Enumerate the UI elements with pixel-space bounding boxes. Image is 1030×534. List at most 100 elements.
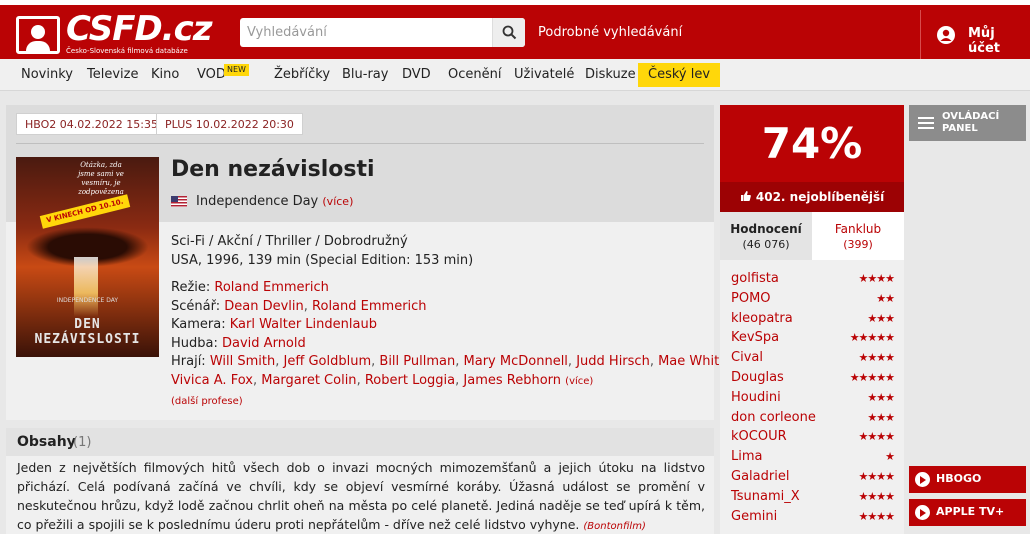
star-rating: ★★★★ [858, 430, 895, 444]
advanced-search-link[interactable]: Podrobné vyhledávání [538, 25, 682, 40]
tab-fanclub-label: Fanklub [834, 222, 882, 236]
more-actors-link[interactable]: (více) [565, 376, 593, 387]
user-name-link[interactable]: KevSpa [731, 330, 779, 345]
user-rating-row: POMO ★★ [720, 289, 904, 309]
site-logo[interactable]: CSFD.cz Česko-Slovenská filmová databáze [16, 9, 213, 57]
user-name-link[interactable]: Galadriel [731, 469, 789, 484]
nav-zebricky[interactable]: Žebříčky [274, 59, 330, 90]
search-button[interactable] [492, 18, 525, 47]
user-rating-list: golfista ★★★★ POMO ★★ kleopatra ★★★ KevSpa ★★★★… [720, 269, 904, 526]
creators-more-row: (další profese) [171, 392, 706, 412]
creator-link[interactable]: Roland Emmerich [214, 280, 329, 295]
user-name-link[interactable]: don corleone [731, 410, 816, 425]
creator-link[interactable]: Karl Walter Lindenlaub [230, 317, 377, 332]
synopsis-text: Jeden z největších filmových hitů všech … [17, 458, 705, 534]
star-rating: ★★★★★ [849, 331, 895, 345]
nav-novinky[interactable]: Novinky [21, 59, 73, 90]
poster-tagline: Otázka, zda jsme sami ve vesmíru, je zod… [78, 161, 124, 196]
star-rating: ★ [885, 450, 895, 464]
nav-uzivatele[interactable]: Uživatelé [514, 59, 574, 90]
vod-label: APPLE TV+ [936, 505, 1005, 518]
vod-appletv-button[interactable]: APPLE TV+ [909, 499, 1026, 526]
actor-link[interactable]: Mary McDonnell [464, 354, 568, 369]
star-rating: ★★ [876, 291, 895, 305]
poster-small-title: INDEPENDENCE DAY [56, 297, 119, 304]
more-professions-link[interactable]: (další profese) [171, 396, 243, 407]
vod-hbogo-button[interactable]: HBOGO [909, 466, 1026, 493]
actor-link[interactable]: Will Smith [210, 354, 275, 369]
account-label: Můj účet [968, 26, 1000, 56]
synopsis-header: Obsahy (1) [6, 428, 714, 456]
actor-link[interactable]: Judd Hirsch [576, 354, 650, 369]
rating-score: 74% [720, 105, 904, 182]
original-title-text: Independence Day [196, 194, 319, 209]
nav-televize[interactable]: Televize [87, 59, 138, 90]
search-input[interactable] [240, 18, 492, 47]
user-rating-row: Houdini ★★★ [720, 388, 904, 408]
user-rating-row: kleopatra ★★★ [720, 309, 904, 329]
user-name-link[interactable]: POMO [731, 291, 771, 306]
user-name-link[interactable]: Douglas [731, 370, 784, 385]
play-icon [915, 505, 930, 520]
site-header: CSFD.cz Česko-Slovenská filmová databáze… [0, 0, 1030, 62]
star-rating: ★★★ [867, 410, 895, 424]
user-name-link[interactable]: kOCOUR [731, 429, 787, 444]
tv-schedule-badge[interactable]: PLUS 10.02.2022 20:30 [156, 113, 303, 135]
user-name-link[interactable]: Tsunami_X [731, 489, 800, 504]
tab-fanclub[interactable]: Fanklub (399) [812, 212, 904, 260]
user-rating-row: golfista ★★★★ [720, 269, 904, 289]
star-rating: ★★★ [867, 390, 895, 404]
tab-ratings[interactable]: Hodnocení (46 076) [720, 212, 812, 260]
control-panel-button[interactable]: OVLÁDACÍ PANEL [909, 105, 1026, 141]
actor-link[interactable]: Margaret Colin [261, 373, 356, 388]
us-flag-icon [171, 196, 187, 207]
actor-link[interactable]: Vivica A. Fox [171, 373, 253, 388]
user-rating-row: Gemini ★★★★ [720, 507, 904, 527]
creator-link[interactable]: David Arnold [222, 336, 306, 351]
actor-link[interactable]: Bill Pullman [379, 354, 455, 369]
user-rating-row: KevSpa ★★★★★ [720, 328, 904, 348]
nav-diskuze[interactable]: Diskuze [585, 59, 636, 90]
synopsis-heading: Obsahy [17, 434, 76, 450]
poster-title: DEN NEZÁVISLOSTI [34, 317, 141, 347]
nav-dvd[interactable]: DVD [402, 59, 431, 90]
nav-bluray[interactable]: Blu-ray [342, 59, 388, 90]
user-name-link[interactable]: Houdini [731, 390, 781, 405]
star-rating: ★★★★ [858, 509, 895, 523]
user-rating-row: don corleone ★★★ [720, 408, 904, 428]
actor-link[interactable]: Robert Loggia [365, 373, 455, 388]
tab-ratings-label: Hodnocení [730, 222, 802, 236]
film-poster[interactable]: Otázka, zda jsme sami ve vesmíru, je zod… [16, 157, 159, 357]
creator-link[interactable]: Roland Emmerich [312, 299, 427, 314]
nav-cesky-lev[interactable]: Český lev [638, 63, 721, 87]
user-rating-row: Douglas ★★★★★ [720, 368, 904, 388]
more-titles-link[interactable]: (více) [322, 195, 353, 208]
user-name-link[interactable]: Lima [731, 449, 762, 464]
logo-subtitle: Česko-Slovenská filmová databáze [66, 47, 188, 55]
user-name-link[interactable]: kleopatra [731, 311, 793, 326]
star-rating: ★★★★ [858, 272, 895, 285]
synopsis-source-link[interactable]: (Bontonfilm) [583, 521, 645, 532]
account-menu[interactable]: Můj účet [920, 10, 1030, 62]
star-rating: ★★★★ [858, 351, 895, 365]
creators: Režie: Roland Emmerich Scénář: Dean Devl… [171, 279, 752, 412]
user-rating-row: Tsunami_X ★★★★ [720, 487, 904, 507]
popularity-rank[interactable]: 402. nejoblíbenější [720, 182, 904, 212]
user-name-link[interactable]: Gemini [731, 509, 777, 524]
synopsis-count: (1) [73, 435, 92, 450]
poster-banner: V KINECH OD 10.10. [39, 194, 131, 229]
tv-schedule-badge[interactable]: HBO2 04.02.2022 15:35 [16, 113, 167, 135]
tab-ratings-count: (46 076) [742, 238, 790, 251]
user-name-link[interactable]: Cival [731, 350, 763, 365]
creators-camera: Kamera: Karl Walter Lindenlaub [171, 317, 377, 333]
creators-direction: Režie: Roland Emmerich [171, 280, 329, 295]
actor-link[interactable]: Jeff Goldblum [284, 354, 372, 369]
creator-link[interactable]: Dean Devlin [224, 299, 304, 314]
nav-kino[interactable]: Kino [151, 59, 179, 90]
user-name-link[interactable]: golfista [731, 271, 779, 286]
control-panel-label: OVLÁDACÍ PANEL [942, 111, 1000, 134]
nav-vod[interactable]: VOD [197, 59, 226, 90]
tab-fanclub-count: (399) [843, 238, 873, 251]
nav-oceneni[interactable]: Ocenění [448, 59, 501, 90]
actor-link[interactable]: James Rebhorn [463, 373, 561, 388]
